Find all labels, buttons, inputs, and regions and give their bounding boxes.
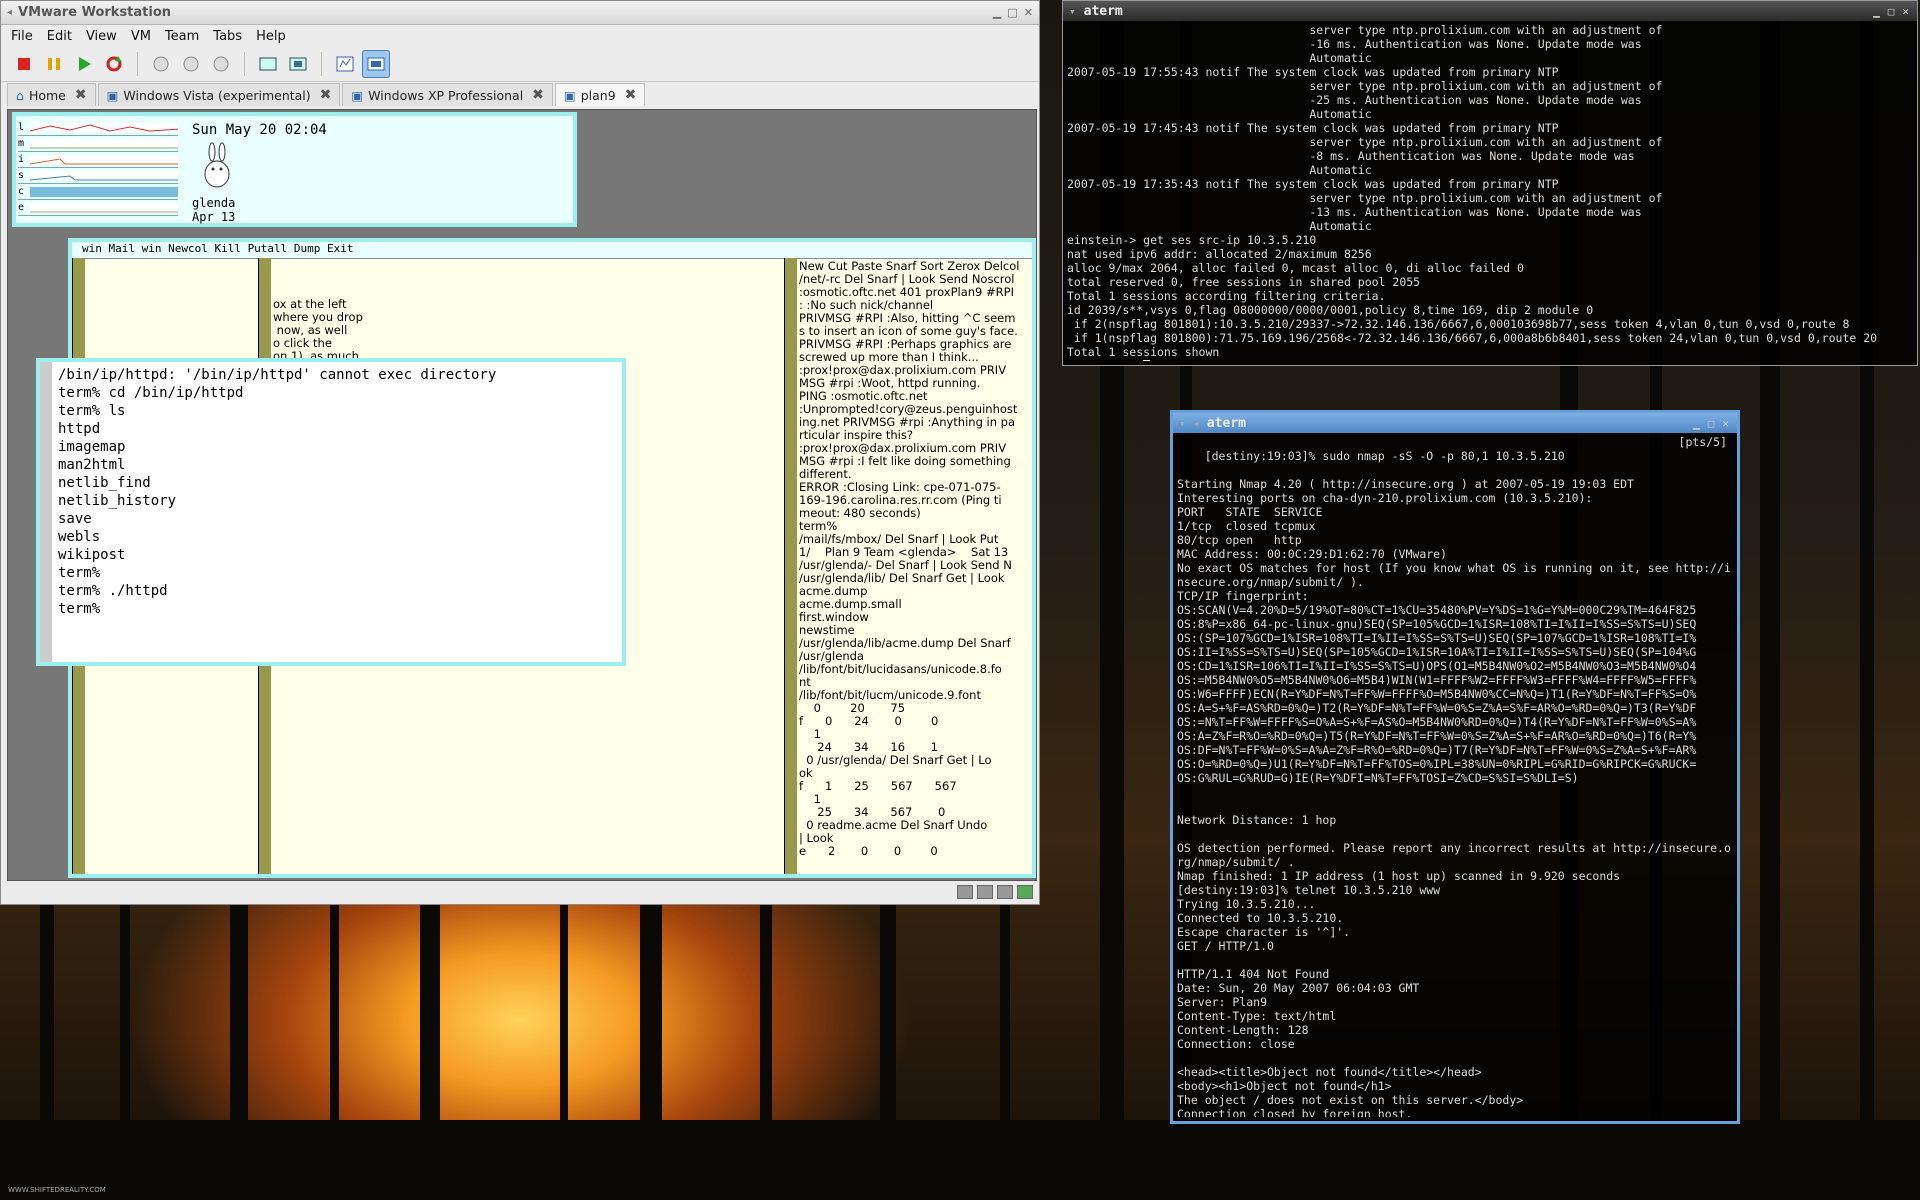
aterm-titlebar[interactable]: ▾ aterm ▁ □ ✕ — [1063, 1, 1917, 21]
clock-text: Sun May 20 02:04 — [192, 122, 327, 138]
terminal-output[interactable]: server type ntp.prolixium.com with an ad… — [1067, 23, 1913, 361]
snapshot-revert-icon[interactable] — [178, 51, 204, 77]
window-title: VMware Workstation — [18, 5, 172, 20]
aterm-window-nmap[interactable]: ▾ ◂ aterm ▁ □ ✕ [pts/5] [destiny:19:03]% … — [1170, 410, 1740, 1124]
snapshot-take-icon[interactable] — [148, 51, 174, 77]
close-tab-icon[interactable]: ✖ — [320, 87, 332, 103]
tab-windows-xp[interactable]: ▣ Windows XP Professional ✖ — [342, 83, 553, 106]
tab-windows-vista[interactable]: ▣ Windows Vista (experimental) ✖ — [97, 83, 341, 106]
tab-label: Windows Vista (experimental) — [123, 87, 311, 103]
home-icon: ⌂ — [16, 87, 24, 103]
close-icon[interactable]: ✕ — [1024, 6, 1033, 19]
close-icon[interactable]: ✕ — [1902, 5, 1909, 18]
vm-icon: ▣ — [563, 87, 576, 103]
close-tab-icon[interactable]: ✖ — [625, 87, 637, 103]
stat-label: l — [18, 122, 25, 133]
summary-view-icon[interactable] — [332, 51, 358, 77]
scrollbar[interactable] — [40, 362, 52, 662]
terminal-text: server type ntp.prolixium.com with an ad… — [1067, 23, 1878, 361]
toolbar-separator — [244, 52, 245, 76]
stats-graph: l m i s c e — [18, 120, 181, 220]
close-tab-icon[interactable]: ✖ — [75, 87, 87, 103]
device-status-icon[interactable] — [977, 885, 993, 899]
close-icon[interactable]: ✕ — [1722, 417, 1729, 430]
menu-file[interactable]: File — [7, 29, 43, 44]
aterm-window-firewall[interactable]: ▾ aterm ▁ □ ✕ server type ntp.prolixium.… — [1062, 0, 1918, 366]
vm-console[interactable]: l m i s c e Sun May 20 02:04 glenda Apr … — [7, 109, 1037, 881]
window-menu-icon[interactable]: ◂ — [7, 7, 12, 18]
menu-tabs[interactable]: Tabs — [209, 29, 252, 44]
acme-main-tag[interactable]: win Mail win Newcol Kill Putall Dump Exi… — [72, 242, 1032, 259]
maximize-icon[interactable]: □ — [1007, 6, 1017, 19]
close-tab-icon[interactable]: ✖ — [532, 87, 544, 103]
stat-label: c — [18, 186, 25, 197]
faces-date: Apr 13 — [192, 210, 236, 224]
power-on-button[interactable] — [71, 51, 97, 77]
minimize-icon[interactable]: ▁ — [1873, 5, 1880, 18]
status-bar — [1, 880, 1039, 904]
vm-icon: ▣ — [351, 87, 364, 103]
vmware-window: ◂ VMware Workstation ▁ □ ✕ File Edit Vie… — [0, 0, 1040, 905]
terminal-text: [destiny:19:03]% sudo nmap -sS -O -p 80,… — [1177, 449, 1731, 1117]
maximize-icon[interactable]: □ — [1888, 5, 1895, 18]
minimize-icon[interactable]: ▁ — [993, 6, 1001, 19]
tab-label: plan9 — [580, 87, 616, 103]
tab-home[interactable]: ⌂ Home ✖ — [7, 83, 96, 106]
console-view-icon[interactable] — [362, 50, 390, 78]
stat-label: e — [18, 202, 25, 213]
vm-icon: ▣ — [106, 87, 119, 103]
plan9-stats-window[interactable]: l m i s c e Sun May 20 02:04 glenda Apr … — [12, 112, 577, 227]
acme-irc-and-files-text[interactable]: New Cut Paste Snarf Sort Zerox Delcol /n… — [799, 260, 1035, 858]
full-screen-icon[interactable] — [255, 51, 281, 77]
menu-help[interactable]: Help — [252, 29, 296, 44]
text-cursor — [1143, 360, 1151, 361]
rio-terminal-window[interactable]: /bin/ip/httpd: '/bin/ip/httpd' cannot ex… — [36, 358, 626, 666]
window-title: aterm — [1206, 415, 1247, 431]
device-status-icon[interactable] — [957, 885, 973, 899]
window-menu-icon[interactable]: ▾ ◂ — [1179, 417, 1199, 430]
menu-edit[interactable]: Edit — [43, 29, 82, 44]
scrollbar[interactable] — [785, 258, 797, 874]
minimize-icon[interactable]: ▁ — [1693, 417, 1700, 430]
window-title: aterm — [1083, 3, 1123, 19]
faces-name: glenda — [192, 196, 236, 210]
vm-tabs: ⌂ Home ✖ ▣ Windows Vista (experimental) … — [1, 82, 1039, 106]
reset-button[interactable] — [101, 51, 127, 77]
menu-team[interactable]: Team — [161, 29, 209, 44]
glenda-bunny-icon — [204, 142, 230, 188]
suspend-button[interactable] — [41, 51, 67, 77]
aterm-titlebar[interactable]: ▾ ◂ aterm ▁ □ ✕ — [1173, 413, 1737, 433]
tab-label: Home — [28, 87, 66, 103]
faces-entry[interactable]: glenda Apr 13 — [192, 196, 235, 224]
acme-column-3[interactable]: New Cut Paste Snarf Sort Zerox Delcol /n… — [784, 258, 1035, 874]
terminal-output[interactable]: /bin/ip/httpd: '/bin/ip/httpd' cannot ex… — [58, 366, 496, 618]
quick-switch-icon[interactable] — [285, 51, 311, 77]
menu-view[interactable]: View — [82, 29, 127, 44]
terminal-output[interactable]: [pts/5] [destiny:19:03]% sudo nmap -sS -O… — [1177, 435, 1733, 1117]
snapshot-manager-icon[interactable] — [208, 51, 234, 77]
maximize-icon[interactable]: □ — [1708, 417, 1715, 430]
power-off-button[interactable] — [11, 51, 37, 77]
stat-label: i — [18, 154, 25, 165]
device-status-icon[interactable] — [997, 885, 1013, 899]
toolbar — [1, 47, 1039, 82]
menubar: File Edit View VM Team Tabs Help — [1, 25, 1039, 47]
tab-label: Windows XP Professional — [368, 87, 524, 103]
toolbar-separator — [137, 52, 138, 76]
stat-label: m — [18, 138, 25, 149]
network-status-icon[interactable] — [1017, 885, 1033, 899]
tab-plan9[interactable]: ▣ plan9 ✖ — [554, 83, 646, 106]
window-menu-icon[interactable]: ▾ — [1069, 5, 1076, 18]
menu-vm[interactable]: VM — [127, 29, 161, 44]
stat-label: s — [18, 170, 25, 181]
wallpaper-credit: WWW.SHIFTEDREALITY.COM — [8, 1186, 106, 1194]
toolbar-separator — [321, 52, 322, 76]
vmware-titlebar[interactable]: ◂ VMware Workstation ▁ □ ✕ — [1, 1, 1039, 25]
pts-indicator: [pts/5] — [1678, 435, 1727, 449]
